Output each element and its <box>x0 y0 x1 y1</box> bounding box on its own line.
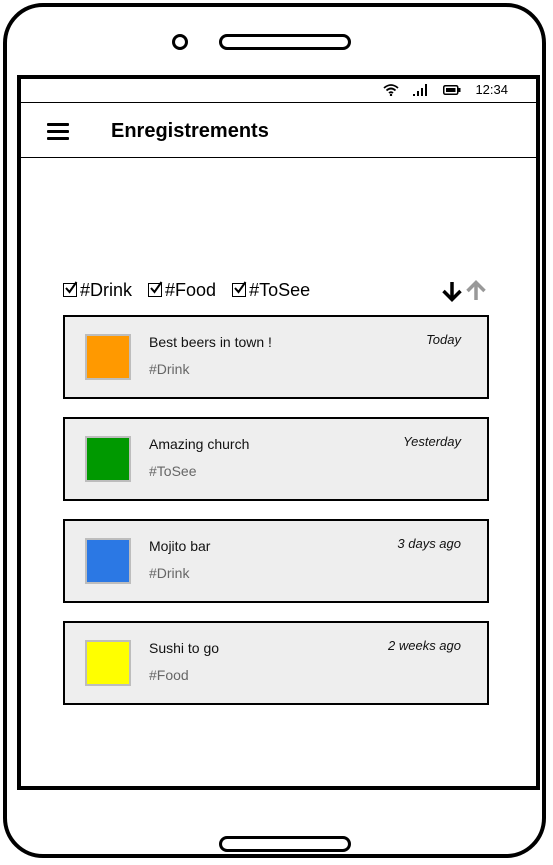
page-title: Enregistrements <box>111 120 269 142</box>
filter-label: #Drink <box>80 279 133 300</box>
item-time: Yesterday <box>403 434 461 449</box>
battery-icon <box>443 84 461 95</box>
color-swatch <box>85 640 131 686</box>
item-tag: #Food <box>149 667 189 683</box>
home-button[interactable] <box>219 836 351 852</box>
item-tag: #Drink <box>149 361 190 377</box>
item-title: Mojito bar <box>149 538 211 554</box>
arrow-down-icon[interactable] <box>441 280 463 307</box>
list-item[interactable]: Amazing church #ToSee Yesterday <box>63 417 489 501</box>
wifi-icon <box>383 83 400 96</box>
item-title: Best beers in town ! <box>149 334 272 350</box>
item-title: Amazing church <box>149 436 250 452</box>
item-time: 3 days ago <box>397 536 461 551</box>
checkbox-checked-icon[interactable] <box>232 281 247 297</box>
filter-tosee[interactable]: #ToSee <box>232 280 310 301</box>
tag-filters: #Drink #Food #ToSee <box>63 278 310 302</box>
screen: 12:34 Enregistrements #Drink #Food #ToSe… <box>17 75 540 790</box>
filter-food[interactable]: #Food <box>148 280 216 301</box>
list-item[interactable]: Best beers in town ! #Drink Today <box>63 315 489 399</box>
status-time: 12:34 <box>475 82 508 97</box>
status-bar: 12:34 <box>21 79 536 103</box>
filter-drink[interactable]: #Drink <box>63 280 132 301</box>
color-swatch <box>85 436 131 482</box>
item-time: 2 weeks ago <box>388 638 461 653</box>
app-header: Enregistrements <box>21 103 536 158</box>
signal-icon <box>413 83 429 96</box>
color-swatch <box>85 334 131 380</box>
arrow-up-icon[interactable] <box>465 280 487 307</box>
filter-label: #Food <box>165 279 217 300</box>
entries-list: Best beers in town ! #Drink Today Amazin… <box>63 315 489 723</box>
list-item[interactable]: Mojito bar #Drink 3 days ago <box>63 519 489 603</box>
checkbox-checked-icon[interactable] <box>63 281 78 297</box>
list-item[interactable]: Sushi to go #Food 2 weeks ago <box>63 621 489 705</box>
sort-controls <box>441 280 487 307</box>
filter-label: #ToSee <box>249 279 311 300</box>
color-swatch <box>85 538 131 584</box>
checkbox-checked-icon[interactable] <box>148 281 163 297</box>
item-tag: #Drink <box>149 565 190 581</box>
item-tag: #ToSee <box>149 463 197 479</box>
item-title: Sushi to go <box>149 640 220 656</box>
item-time: Today <box>426 332 461 347</box>
speaker <box>219 34 351 50</box>
camera <box>172 34 188 50</box>
hamburger-menu-icon[interactable] <box>47 123 69 141</box>
